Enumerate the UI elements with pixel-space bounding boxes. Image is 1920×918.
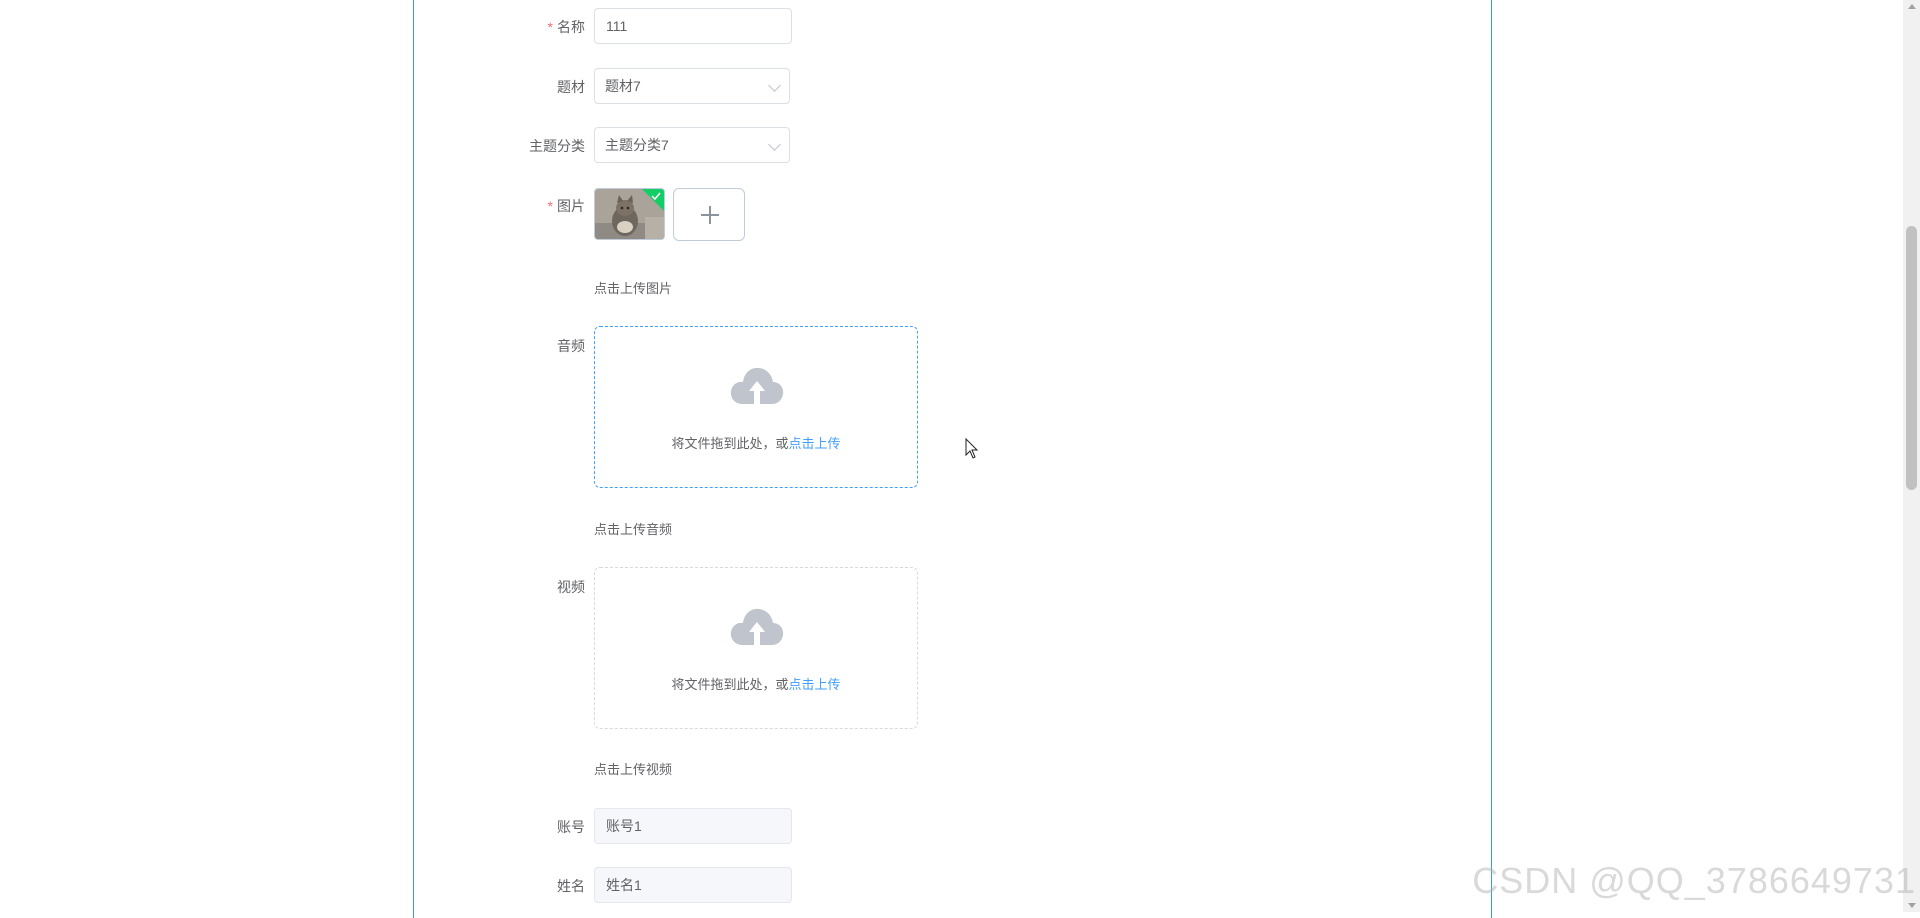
required-mark: *	[547, 198, 553, 214]
real-name-input	[594, 867, 792, 903]
audio-label: 音频	[557, 338, 585, 354]
audio-upload-tip: 点击上传音频	[594, 522, 673, 537]
mouse-cursor-icon	[965, 438, 979, 459]
scroll-down-arrow-icon[interactable]	[1908, 903, 1916, 908]
image-label: * 图片	[548, 196, 585, 216]
video-click-upload-link[interactable]: 点击上传	[789, 677, 841, 692]
uploaded-image-thumbnail[interactable]	[594, 188, 665, 240]
scrollbar-thumb[interactable]	[1906, 226, 1917, 490]
audio-drag-area[interactable]: 将文件拖到此处，或点击上传	[594, 326, 918, 488]
theme-category-select[interactable]: 主题分类7	[594, 127, 790, 163]
video-label: 视频	[557, 579, 585, 595]
subject-select[interactable]: 题材7	[594, 68, 790, 104]
check-icon	[642, 189, 664, 211]
image-upload-tip: 点击上传图片	[594, 281, 673, 296]
video-drag-text: 将文件拖到此处，或点击上传	[595, 674, 917, 693]
chevron-down-icon	[768, 138, 781, 151]
audio-drag-text: 将文件拖到此处，或点击上传	[595, 433, 917, 452]
cloud-upload-icon	[730, 608, 784, 645]
theme-category-label: 主题分类	[529, 138, 585, 154]
image-label-text: 图片	[557, 198, 585, 214]
watermark: CSDN @QQ_3786649731	[1472, 860, 1916, 901]
scroll-up-arrow-icon[interactable]	[1908, 4, 1916, 9]
name-input[interactable]	[594, 8, 792, 44]
subject-select-value: 题材7	[605, 78, 641, 94]
name-label-text: 名称	[557, 19, 585, 35]
image-upload-button[interactable]	[673, 188, 745, 241]
audio-drag-text-main: 将文件拖到此处，或	[671, 436, 789, 451]
page-scrollbar[interactable]	[1903, 0, 1920, 912]
subject-label: 题材	[557, 79, 585, 95]
video-drag-area[interactable]: 将文件拖到此处，或点击上传	[594, 567, 918, 729]
theme-category-select-value: 主题分类7	[605, 137, 669, 153]
cloud-upload-icon	[730, 367, 784, 404]
account-input	[594, 808, 792, 844]
real-name-label: 姓名	[557, 878, 585, 894]
required-mark: *	[547, 19, 553, 35]
name-label: * 名称	[548, 17, 585, 37]
audio-click-upload-link[interactable]: 点击上传	[789, 436, 841, 451]
video-upload-tip: 点击上传视频	[594, 762, 673, 777]
chevron-down-icon	[768, 79, 781, 92]
plus-icon-vertical	[709, 206, 711, 224]
video-drag-text-main: 将文件拖到此处，或	[671, 677, 789, 692]
account-label: 账号	[557, 819, 585, 835]
